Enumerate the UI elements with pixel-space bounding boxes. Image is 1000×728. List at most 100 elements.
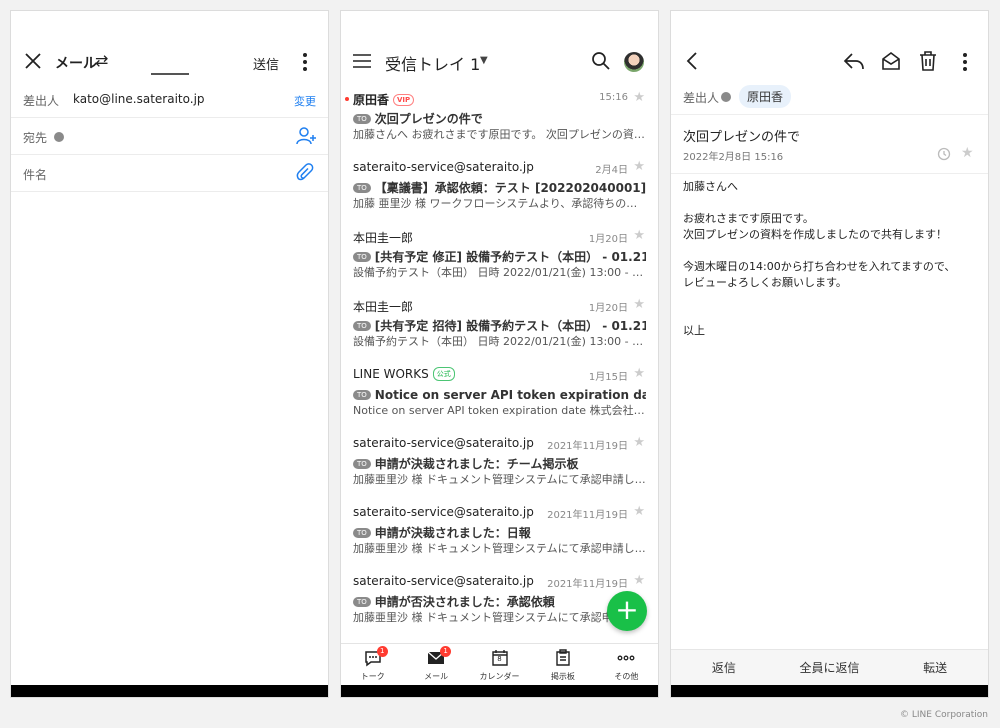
subject-label: 件名 (23, 168, 48, 182)
mail-subject-row: TO 申請が決裁されました：チーム掲示板 (353, 453, 646, 472)
tab-label: メール (424, 672, 449, 681)
mail-body-line: 今週木曜日の14:00から打ち合わせを入れてますので、 (683, 260, 956, 273)
to-tag: TO (353, 321, 371, 331)
mail-date: 2021年11月19日 (547, 579, 628, 590)
mail-date: 2021年11月19日 (547, 510, 628, 521)
close-icon[interactable] (23, 51, 43, 71)
reply-all-button[interactable]: 全員に返信 (777, 650, 883, 685)
mail-subject-row: TO 申請が否決されました：承認依頼 (353, 591, 646, 610)
star-icon[interactable]: ★ (633, 159, 645, 174)
mail-body-line (683, 307, 976, 323)
change-sender-button[interactable]: 変更 (294, 93, 316, 109)
trash-icon[interactable] (919, 50, 937, 72)
star-icon[interactable]: ★ (633, 228, 645, 243)
from-label: 差出人 (683, 91, 720, 105)
mail-subject-row: TO [共有予定 招待] 設備予約テスト（本田） - 01.21(金) (353, 315, 646, 334)
compose-fab-button[interactable]: + (607, 591, 647, 631)
to-tag: TO (353, 114, 371, 124)
notification-badge: 1 (376, 646, 388, 657)
mail-body-line (683, 195, 976, 211)
mail-sender: LINE WORKS 公式 (353, 367, 455, 381)
mail-body-line: 加藤さんへ (683, 180, 738, 193)
star-icon[interactable]: ★ (633, 435, 645, 450)
to-tag: TO (353, 597, 371, 607)
subject-row[interactable]: 件名 (11, 155, 328, 192)
star-icon[interactable]: ★ (633, 573, 645, 588)
tab-mail[interactable]: 1 メール (404, 644, 467, 685)
chevron-down-icon[interactable] (54, 132, 64, 142)
mail-date: 1月20日 (588, 303, 628, 314)
to-row[interactable]: 宛先 (11, 118, 328, 155)
mail-preview: 加藤亜里沙 様 ドキュメント管理システムにて承認申請した文書が決裁されました。 (353, 542, 646, 555)
mail-subject-row: TO Notice on server API token expiration … (353, 384, 646, 403)
search-icon[interactable] (591, 51, 611, 71)
star-icon[interactable]: ★ (633, 366, 645, 381)
mail-preview: 設備予約テスト（本田） 日時 2022/01/21(金) 13:00 - 15:… (353, 266, 646, 279)
mail-subject: [共有予定 修正] 設備予約テスト（本田） - 01.21(金) (374, 250, 646, 264)
swap-icon[interactable]: ⇄ (95, 51, 108, 70)
mail-list-item[interactable]: sateraito-service@sateraito.jp 2021年11月19… (341, 503, 658, 572)
mail-list-item[interactable]: LINE WORKS 公式 1月15日 ★ TO Notice on server API… (341, 365, 658, 434)
avatar[interactable] (624, 52, 644, 72)
history-icon[interactable] (937, 147, 951, 161)
reply-icon[interactable] (843, 51, 865, 71)
mail-subject: [共有予定 招待] 設備予約テスト（本田） - 01.21(金) (374, 319, 646, 333)
forward-button[interactable]: 転送 (882, 650, 988, 685)
star-icon[interactable]: ★ (633, 90, 645, 105)
tab-chat[interactable]: 1 トーク (341, 644, 404, 685)
compose-screen: メール ⇄ 送信 差出人 kato@line.sateraito.jp 変更 宛… (10, 10, 329, 698)
mail-subject: 【稟議書】承認依頼：テスト [202202040001] (374, 181, 646, 195)
mail-subject: 申請が否決されました：承認依頼 (374, 595, 555, 609)
tab-label: その他 (614, 672, 639, 681)
reply-button[interactable]: 返信 (671, 650, 777, 685)
star-icon[interactable]: ★ (961, 145, 974, 161)
attachment-icon[interactable] (296, 163, 316, 183)
mail-list-item[interactable]: 本田圭一郎 1月20日 ★ TO [共有予定 修正] 設備予約テスト（本田） - 01.… (341, 227, 658, 296)
mail-preview: 加藤 亜里沙 様 ワークフローシステムより、承認待ちの申請があります。 (353, 197, 646, 210)
mail-sender: sateraito-service@sateraito.jp (353, 505, 534, 519)
sender-chip[interactable]: 原田香 (739, 85, 792, 108)
from-value: kato@line.sateraito.jp (73, 92, 205, 106)
tab-more-dots[interactable]: その他 (595, 644, 658, 685)
mail-date: 2021年11月19日 (547, 441, 628, 452)
sender-badge: 公式 (432, 367, 455, 381)
to-tag: TO (353, 252, 371, 262)
mail-list-item[interactable]: 原田香 VIP 15:16 ★ TO 次回プレゼンの件で 加藤さんへ お疲れさまです原田です… (341, 89, 658, 158)
mail-action-bar: 返信 全員に返信 転送 (671, 649, 988, 685)
mail-sender: sateraito-service@sateraito.jp (353, 436, 534, 450)
from-label: 差出人 (23, 94, 60, 108)
more-vertical-icon[interactable] (957, 51, 973, 73)
back-arrow-icon[interactable] (685, 51, 699, 71)
mail-detail-screen: 差出人 原田香 次回プレゼンの件で 2022年2月8日 15:16 ★ 加藤さん… (670, 10, 989, 698)
notification-badge: 1 (440, 646, 452, 657)
mail-list-item[interactable]: sateraito-service@sateraito.jp 2月4日 ★ TO 【稟議… (341, 158, 658, 227)
open-envelope-icon[interactable] (881, 51, 901, 71)
inbox-title[interactable]: 受信トレイ 1 (385, 51, 480, 75)
dropdown-caret-icon[interactable]: ▼ (480, 55, 488, 66)
chevron-down-icon[interactable] (721, 92, 731, 102)
tab-calendar[interactable]: 8 カレンダー (468, 644, 531, 685)
star-icon[interactable]: ★ (633, 504, 645, 519)
more-vertical-icon[interactable] (297, 51, 313, 73)
mail-subject-row: TO 【稟議書】承認依頼：テスト [202202040001] (353, 177, 646, 196)
mail-body-line: レビューよろしくお願いします。 (683, 276, 847, 289)
system-nav-bar (341, 685, 658, 697)
send-button[interactable]: 送信 (253, 54, 279, 73)
mail-subject-row: TO [共有予定 修正] 設備予約テスト（本田） - 01.21(金) (353, 246, 646, 265)
divider (671, 173, 988, 174)
hamburger-menu-icon[interactable] (353, 53, 371, 69)
system-nav-bar (671, 685, 988, 697)
mail-list-item[interactable]: 本田圭一郎 1月20日 ★ TO [共有予定 招待] 設備予約テスト（本田） - 01.… (341, 296, 658, 365)
star-icon[interactable]: ★ (633, 297, 645, 312)
mail-subject-row: TO 申請が決裁されました：日報 (353, 522, 646, 541)
mail-body-line (683, 243, 976, 259)
mail-date: 1月20日 (588, 234, 628, 245)
mail-body-line: 次回プレゼンの資料を作成しましたので共有します！ (683, 228, 947, 241)
add-contact-icon[interactable] (296, 126, 316, 146)
mail-date: 2022年2月8日 15:16 (683, 152, 784, 163)
tab-label: カレンダー (479, 672, 520, 681)
tab-board[interactable]: 掲示板 (531, 644, 594, 685)
mail-subject: 申請が決裁されました：チーム掲示板 (374, 457, 579, 471)
mail-subject-row: TO 次回プレゼンの件で (353, 108, 646, 127)
mail-list-item[interactable]: sateraito-service@sateraito.jp 2021年11月19… (341, 434, 658, 503)
